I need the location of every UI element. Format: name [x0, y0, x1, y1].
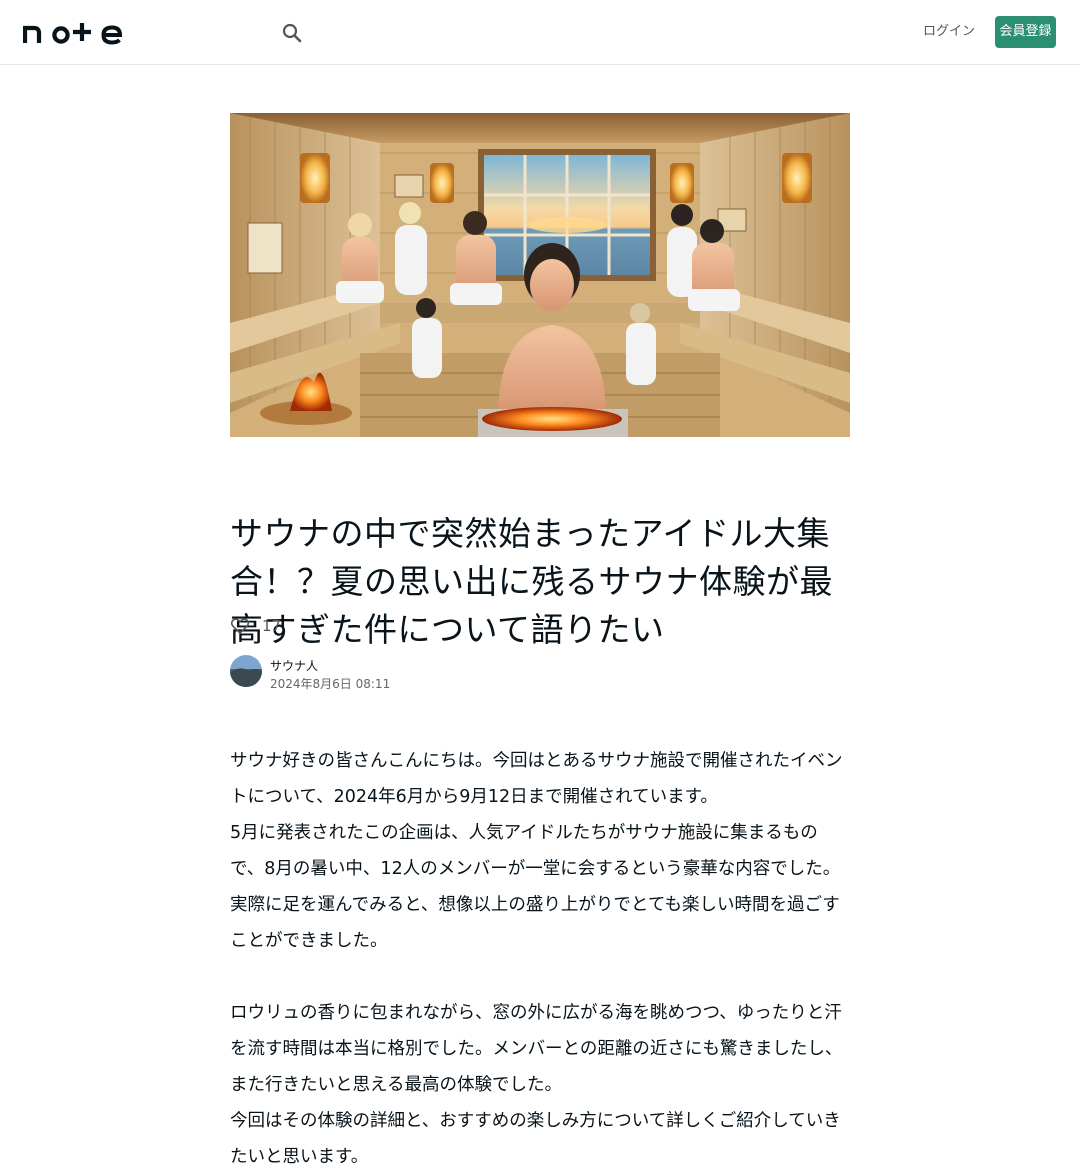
body-paragraph: ロウリュの香りに包まれながら、窓の外に広がる海を眺めつつ、ゆったりと汗を流す時間…: [230, 1003, 843, 1095]
like-area: 17: [230, 614, 281, 638]
like-count[interactable]: 17: [262, 617, 281, 635]
site-header: ログイン 会員登録: [0, 0, 1080, 65]
hero-image: [230, 113, 850, 437]
publish-date: 2024年8月6日 08:11: [270, 677, 391, 691]
heart-icon[interactable]: [230, 616, 250, 636]
search-icon[interactable]: [280, 21, 304, 45]
body-paragraph: サウナ好きの皆さんこんにちは。今回はとあるサウナ施設で開催されたイベントについて…: [230, 751, 843, 807]
signup-button[interactable]: 会員登録: [995, 16, 1056, 48]
author-name[interactable]: サウナ人: [270, 657, 318, 674]
login-button[interactable]: ログイン: [920, 16, 978, 48]
note-logo[interactable]: [23, 19, 123, 45]
body-paragraph: 今回はその体験の詳細と、おすすめの楽しみ方について詳しくご紹介していきたいと思い…: [230, 1111, 841, 1167]
body-paragraph: 5月に発表されたこの企画は、人気アイドルたちがサウナ施設に集まるもので、8月の暑…: [230, 823, 841, 951]
avatar[interactable]: [230, 655, 262, 687]
article-body: サウナ好きの皆さんこんにちは。今回はとあるサウナ施設で開催されたイベントについて…: [230, 743, 852, 1175]
article-title: サウナの中で突然始まったアイドル大集合！？夏の思い出に残るサウナ体験が最高すぎた…: [230, 514, 833, 649]
